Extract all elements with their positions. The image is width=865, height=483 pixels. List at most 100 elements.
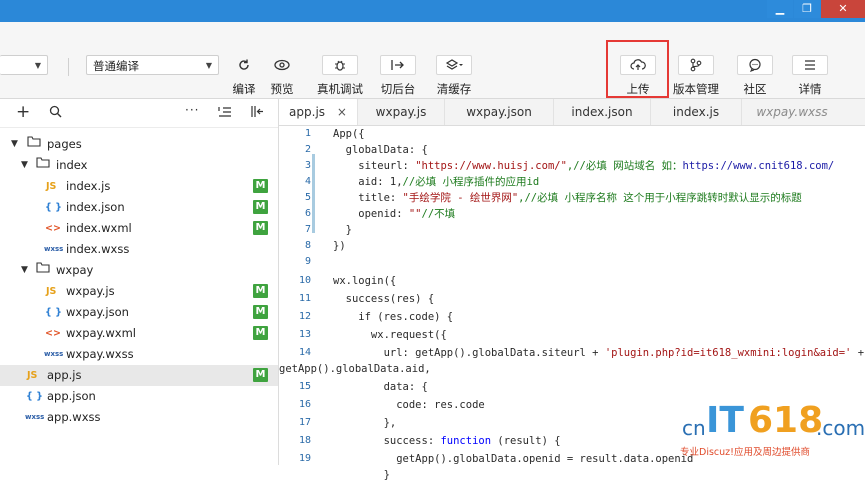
expand-arrow-icon[interactable]: ▼ (11, 134, 18, 155)
folder-open-icon (27, 134, 41, 155)
collapse-panel-icon[interactable] (251, 105, 264, 121)
tab-wxpay-js[interactable]: wxpay.js (358, 99, 445, 125)
code-line: 4 aid: 1,//必填 小程序插件的应用id (279, 174, 865, 190)
tab-label: wxpay.json (466, 105, 532, 119)
maximize-icon[interactable]: ❐ (794, 0, 820, 18)
code-text: globalData: { (333, 144, 428, 156)
file-index-wxss[interactable]: wxss index.wxss (0, 239, 278, 260)
watermark-tagline: 专业Discuz!应用及周边提供商 (680, 447, 810, 458)
file-app-js[interactable]: JS app.js M (0, 365, 278, 386)
folder-wxpay[interactable]: ▼ wxpay (0, 260, 278, 281)
file-wxpay-wxss[interactable]: wxss wxpay.wxss (0, 344, 278, 365)
close-window-icon[interactable]: ✕ (821, 0, 865, 18)
file-index-js[interactable]: JS index.js M (0, 176, 278, 197)
version-button[interactable]: 版本管理 (671, 55, 721, 97)
line-number: 5 (304, 192, 311, 203)
sort-icon[interactable] (218, 106, 232, 120)
community-label: 社区 (743, 82, 767, 96)
code-line: 14 url: getApp().globalData.siteurl + 'p… (279, 345, 865, 361)
tab-index-json[interactable]: index.json (554, 99, 651, 125)
json-file-icon: { } (45, 202, 62, 213)
toolbar: ▼ 普通编译 ▼ 编译 预览 真机调试 切后台 清缓存 上传 版本管理 社区 详情 (0, 22, 865, 99)
file-wxpay-json[interactable]: { } wxpay.json M (0, 302, 278, 323)
tab-wxpay-json[interactable]: wxpay.json (445, 99, 554, 125)
tab-wxpay-wxss[interactable]: wxpay.wxss (742, 99, 842, 125)
wxss-file-icon: wxss (44, 245, 64, 253)
preview-button[interactable]: 预览 (264, 55, 300, 97)
line-number: 14 (298, 347, 311, 358)
code-line: 1 App({ (279, 126, 865, 142)
folder-index[interactable]: ▼ index (0, 155, 278, 176)
file-wxpay-wxml[interactable]: <> wxpay.wxml M (0, 323, 278, 344)
code-line: 11 success(res) { (279, 291, 865, 307)
toolbar-divider (68, 58, 69, 76)
tree-label: wxpay.wxss (66, 347, 134, 361)
code-line-wrap: getApp().globalData.aid, (279, 361, 865, 377)
explorer-toolbar: + ··· (0, 99, 278, 128)
modified-badge: M (253, 305, 268, 319)
tree-label: index.json (66, 200, 125, 214)
code-text: openid: ""//不填 (333, 208, 456, 220)
file-explorer: + ··· ▼ pages ▼ index JS index.js M { } … (0, 99, 279, 465)
clear-cache-button[interactable]: 清缓存 (432, 55, 476, 97)
close-tab-icon[interactable]: × (337, 105, 347, 119)
code-line: 8}) (279, 238, 865, 254)
code-line: 7 } (279, 222, 865, 238)
js-file-icon: JS (46, 181, 57, 192)
code-text: } (333, 469, 390, 481)
tab-app-js[interactable]: app.js × (279, 99, 358, 125)
code-line: 9 (279, 254, 865, 270)
js-file-icon: JS (46, 286, 57, 297)
expand-arrow-icon[interactable]: ▼ (21, 155, 28, 176)
file-wxpay-js[interactable]: JS wxpay.js M (0, 281, 278, 302)
line-number: 17 (298, 417, 311, 428)
file-index-json[interactable]: { } index.json M (0, 197, 278, 218)
compile-mode-select[interactable]: 普通编译 ▼ (86, 55, 219, 75)
tree-label: index.js (66, 179, 111, 193)
remote-debug-button[interactable]: 真机调试 (313, 55, 367, 97)
tree-label: wxpay.js (66, 284, 115, 298)
details-label: 详情 (798, 82, 822, 96)
details-button[interactable]: 详情 (792, 55, 828, 97)
chevron-down-icon: ▼ (34, 61, 41, 70)
code-text: }, (333, 417, 397, 429)
compile-button[interactable]: 编译 (226, 55, 262, 97)
tree-label: index.wxss (66, 242, 130, 256)
tab-label: app.js (289, 105, 326, 119)
code-text: siteurl: "https://www.huisj.com/",//必填 网… (333, 160, 835, 172)
line-number: 6 (304, 208, 311, 219)
code-text: wx.request({ (333, 329, 447, 341)
line-number: 2 (304, 144, 311, 155)
wxss-file-icon: wxss (25, 413, 45, 421)
code-text: data: { (333, 381, 428, 393)
search-icon[interactable] (49, 105, 62, 121)
line-number: 12 (298, 311, 311, 322)
tab-label: wxpay.js (375, 105, 427, 119)
chat-bubble-icon (737, 55, 773, 75)
tree-label: app.wxss (47, 410, 101, 424)
line-number: 10 (298, 275, 311, 286)
wxss-file-icon: wxss (44, 350, 64, 358)
tab-index-js[interactable]: index.js (651, 99, 742, 125)
background-button[interactable]: 切后台 (375, 55, 421, 97)
watermark-com: .com (816, 416, 865, 440)
expand-arrow-icon[interactable]: ▼ (21, 260, 28, 281)
minimize-icon[interactable]: ▁ (767, 0, 793, 18)
file-app-wxss[interactable]: wxss app.wxss (0, 407, 278, 428)
community-button[interactable]: 社区 (737, 55, 773, 97)
file-index-wxml[interactable]: <> index.wxml M (0, 218, 278, 239)
file-app-json[interactable]: { } app.json (0, 386, 278, 407)
site-watermark: cn IT 618 .com 专业Discuz!应用及周边提供商 (680, 400, 865, 462)
clear-cache-label: 清缓存 (436, 82, 472, 96)
line-number: 16 (298, 399, 311, 410)
line-number: 7 (304, 224, 311, 235)
compile-mode-value: 普通编译 (93, 59, 139, 73)
folder-pages[interactable]: ▼ pages (0, 134, 278, 155)
add-file-icon[interactable]: + (16, 102, 30, 122)
project-select[interactable]: ▼ (0, 55, 48, 75)
line-number: 8 (304, 240, 311, 251)
layers-icon (436, 55, 472, 75)
line-number: 13 (298, 329, 311, 340)
branch-icon (678, 55, 714, 75)
more-icon[interactable]: ··· (185, 103, 199, 117)
